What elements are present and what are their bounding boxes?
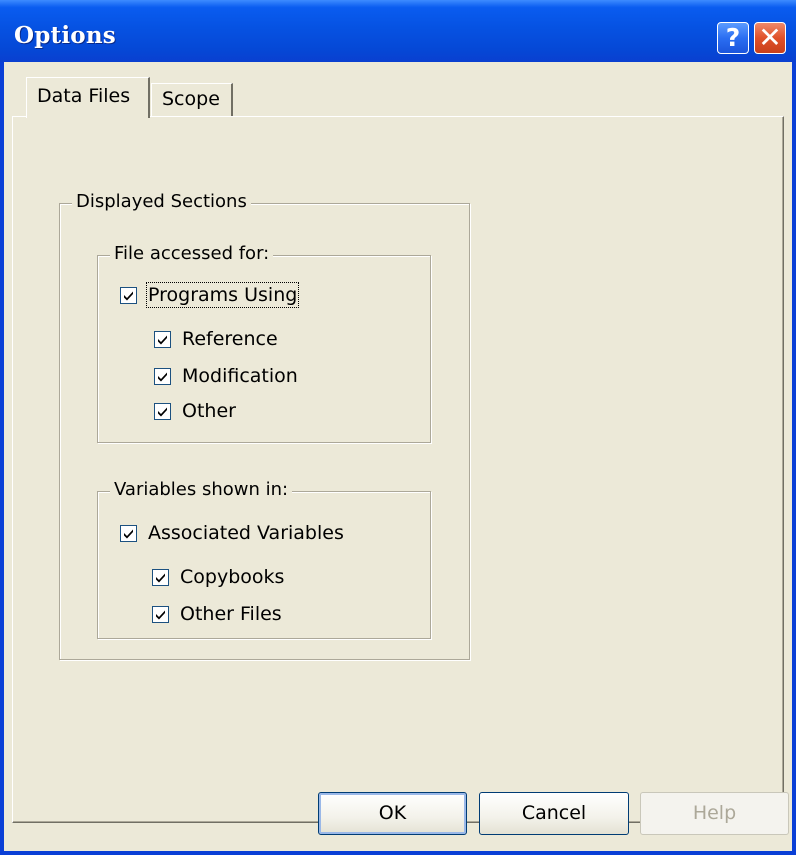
copybooks-option[interactable]: Copybooks bbox=[152, 564, 284, 590]
other-option[interactable]: Other bbox=[154, 398, 236, 424]
checkmark-icon bbox=[158, 335, 167, 344]
checkmark-icon bbox=[156, 573, 165, 582]
window-border-bottom bbox=[0, 851, 796, 855]
tab-panel-data-files: Displayed Sections File accessed for: Pr… bbox=[12, 116, 784, 823]
close-button[interactable]: ✕ bbox=[754, 22, 786, 54]
context-help-button[interactable]: ? bbox=[717, 22, 749, 54]
modification-checkbox[interactable] bbox=[154, 367, 171, 385]
tab-scope[interactable]: Scope bbox=[151, 83, 233, 118]
options-dialog: Options ? ✕ Scope Displayed Sections Fil… bbox=[0, 0, 796, 855]
associated-variables-checkbox[interactable] bbox=[120, 524, 137, 542]
tab-data-files-label: Data Files bbox=[37, 85, 131, 107]
other-files-checkbox[interactable] bbox=[152, 605, 169, 623]
copybooks-label: Copybooks bbox=[180, 566, 285, 588]
checkmark-icon bbox=[124, 529, 133, 538]
other-label: Other bbox=[182, 400, 236, 422]
reference-label: Reference bbox=[182, 328, 278, 350]
associated-variables-label: Associated Variables bbox=[148, 522, 344, 544]
checkmark-icon bbox=[124, 291, 133, 300]
associated-variables-option[interactable]: Associated Variables bbox=[120, 520, 344, 546]
other-checkbox[interactable] bbox=[154, 402, 171, 420]
window-title: Options bbox=[14, 22, 116, 49]
programs-using-checkbox[interactable] bbox=[120, 286, 137, 304]
title-bar[interactable]: Options ? ✕ bbox=[0, 0, 796, 62]
close-icon: ✕ bbox=[758, 21, 782, 54]
variables-shown-in-group: Variables shown in: Associated Variables… bbox=[97, 479, 431, 639]
copybooks-checkbox[interactable] bbox=[152, 568, 169, 586]
tab-data-files[interactable]: Data Files bbox=[26, 77, 150, 118]
window-border-right bbox=[792, 62, 796, 855]
tab-scope-label: Scope bbox=[162, 88, 220, 110]
variables-shown-in-label: Variables shown in: bbox=[110, 479, 293, 500]
help-button[interactable]: Help bbox=[640, 792, 789, 835]
programs-using-option[interactable]: Programs Using bbox=[120, 282, 300, 308]
cancel-button[interactable]: Cancel bbox=[479, 792, 629, 835]
question-mark-icon: ? bbox=[725, 23, 741, 52]
reference-option[interactable]: Reference bbox=[154, 326, 278, 352]
modification-option[interactable]: Modification bbox=[154, 363, 298, 389]
displayed-sections-label: Displayed Sections bbox=[72, 191, 251, 212]
file-accessed-for-group: File accessed for: Programs Using Refere… bbox=[97, 243, 431, 443]
reference-checkbox[interactable] bbox=[154, 330, 171, 348]
other-files-label: Other Files bbox=[180, 603, 282, 625]
programs-using-label: Programs Using bbox=[145, 282, 300, 308]
dialog-client-area: Scope Displayed Sections File accessed f… bbox=[4, 62, 792, 851]
checkmark-icon bbox=[158, 407, 167, 416]
displayed-sections-group: Displayed Sections File accessed for: Pr… bbox=[59, 191, 470, 660]
checkmark-icon bbox=[156, 610, 165, 619]
modification-label: Modification bbox=[182, 365, 298, 387]
ok-button[interactable]: OK bbox=[318, 792, 467, 835]
file-accessed-for-label: File accessed for: bbox=[110, 243, 274, 264]
checkmark-icon bbox=[158, 372, 167, 381]
other-files-option[interactable]: Other Files bbox=[152, 601, 282, 627]
